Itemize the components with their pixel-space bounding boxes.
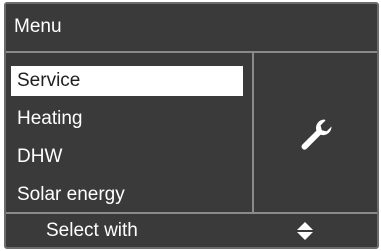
- wrench-icon: [301, 119, 332, 150]
- icon-panel: [254, 53, 377, 214]
- menu-list: Service Heating DHW Solar energy: [6, 59, 252, 211]
- screen-title: Menu: [14, 16, 62, 37]
- lcd-screen: Menu Service Heating DHW Solar energy Se…: [4, 2, 379, 249]
- menu-item-service[interactable]: Service: [11, 66, 243, 96]
- up-down-arrows-icon: [297, 222, 313, 240]
- select-hint: Select with: [46, 220, 138, 241]
- device-display: Menu Service Heating DHW Solar energy Se…: [0, 0, 381, 251]
- menu-item-heating[interactable]: Heating: [11, 104, 243, 134]
- menu-item-solar-energy[interactable]: Solar energy: [11, 180, 243, 210]
- title-bar: Menu: [6, 4, 377, 53]
- footer-bar: Select with: [6, 212, 377, 247]
- menu-item-dhw[interactable]: DHW: [11, 142, 243, 172]
